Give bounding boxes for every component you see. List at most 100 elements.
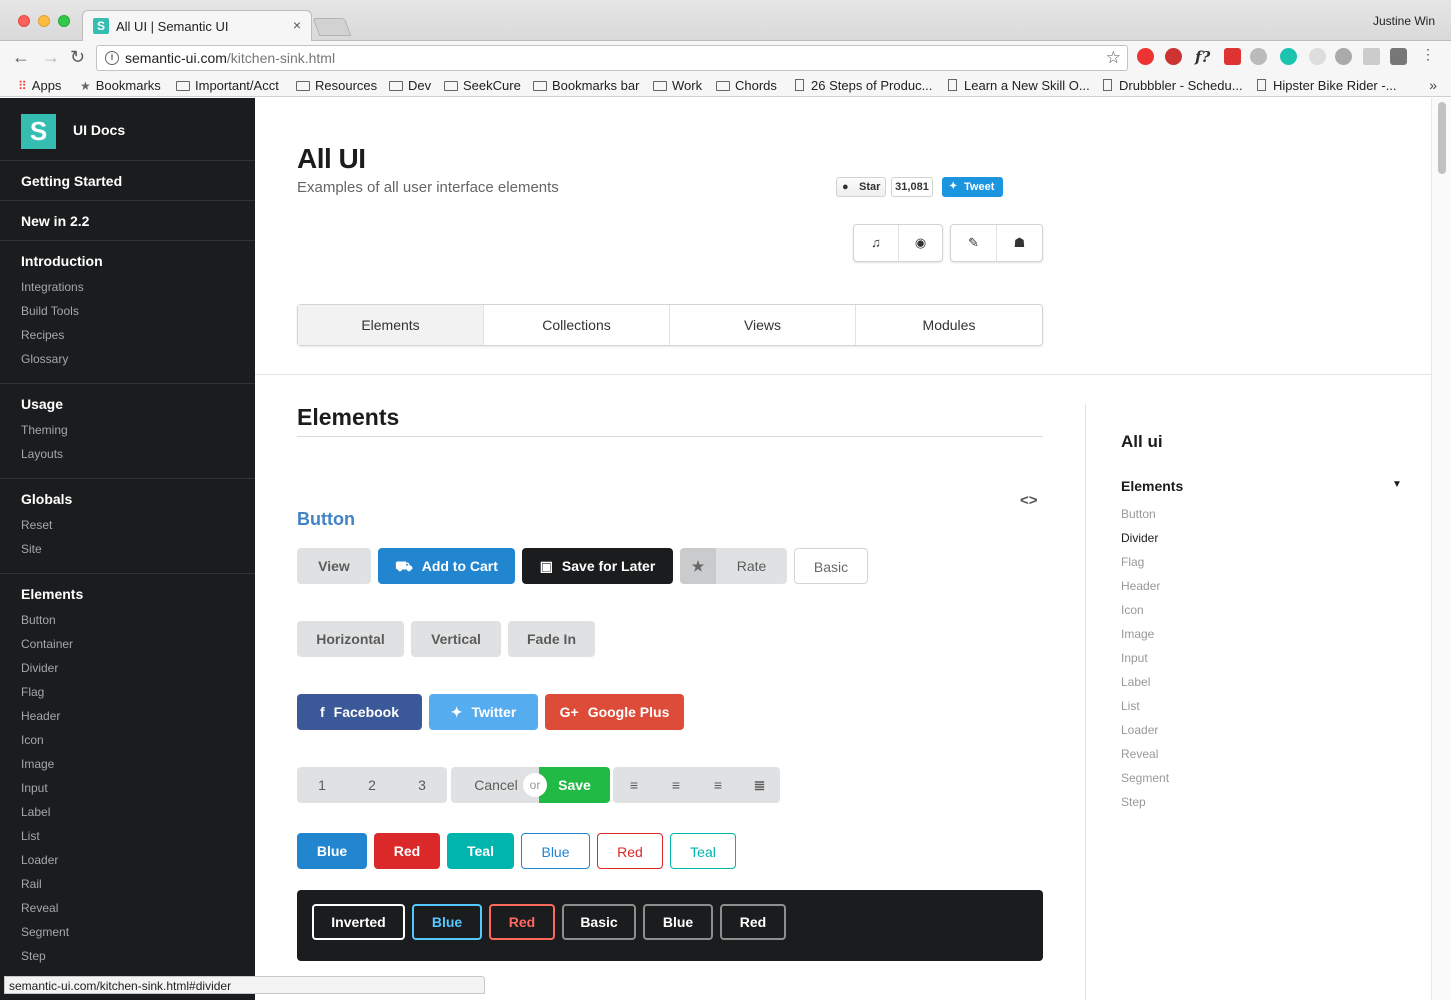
whatfont-icon[interactable]: f? <box>1195 48 1212 66</box>
profile-name[interactable]: Justine Win <box>1373 14 1435 28</box>
inverted-red-button[interactable]: Red <box>489 904 555 940</box>
new-tab-button[interactable] <box>312 18 352 36</box>
basic-blue-button[interactable]: Blue <box>521 833 590 869</box>
number-button-3[interactable]: 3 <box>397 767 447 803</box>
extension-grid-icon[interactable] <box>1363 48 1380 65</box>
address-bar[interactable]: i semantic-ui.com/kitchen-sink.html ☆ <box>96 45 1128 71</box>
bookmark-bookmarks[interactable]: ★ Bookmarks <box>80 78 161 93</box>
number-button-2[interactable]: 2 <box>347 767 397 803</box>
bookmark-page[interactable]: Drubbbler - Schedu... <box>1103 78 1243 93</box>
inverted-basic-red-button[interactable]: Red <box>720 904 786 940</box>
rail-item-header[interactable]: Header <box>1121 579 1160 593</box>
bookmark-apps[interactable]: ⠿ Apps <box>18 78 61 93</box>
sidebar-item-step[interactable]: Step <box>21 949 46 963</box>
inverted-basic-button[interactable]: Basic <box>562 904 636 940</box>
inbox-icon[interactable] <box>1390 48 1407 65</box>
caret-down-icon[interactable]: ▼ <box>1392 479 1402 490</box>
inverted-basic-blue-button[interactable]: Blue <box>643 904 713 940</box>
bookmark-folder[interactable]: Chords <box>716 78 777 93</box>
sidebar-item-build-tools[interactable]: Build Tools <box>21 304 79 318</box>
sidebar-heading-usage[interactable]: Usage <box>21 396 63 412</box>
teal-button[interactable]: Teal <box>447 833 514 869</box>
globe-icon[interactable]: ◉ <box>899 225 942 261</box>
minimize-window-button[interactable] <box>38 15 50 27</box>
bookmark-folder[interactable]: SeekCure <box>444 78 521 93</box>
save-for-later-button[interactable]: ▣ Save for Later <box>522 548 673 584</box>
rail-item-list[interactable]: List <box>1121 699 1140 713</box>
sidebar-item-label[interactable]: Label <box>21 805 50 819</box>
skype-icon[interactable] <box>1335 48 1352 65</box>
sidebar-heading-introduction[interactable]: Introduction <box>21 253 103 269</box>
sidebar-item-reset[interactable]: Reset <box>21 518 52 532</box>
rail-item-segment[interactable]: Segment <box>1121 771 1169 785</box>
rail-item-divider[interactable]: Divider <box>1121 531 1158 545</box>
button-section-title[interactable]: Button <box>297 509 355 530</box>
vertical-animated-button[interactable]: Vertical <box>411 621 501 657</box>
extension-m-icon[interactable] <box>1280 48 1297 65</box>
scrollbar-thumb[interactable] <box>1438 102 1446 174</box>
more-bookmarks-icon[interactable]: » <box>1429 77 1437 93</box>
basic-button[interactable]: Basic <box>794 548 868 584</box>
sidebar-item-container[interactable]: Container <box>21 637 73 651</box>
number-button-1[interactable]: 1 <box>297 767 347 803</box>
sidebar-item-new[interactable]: New in 2.2 <box>21 213 89 229</box>
tab-elements[interactable]: Elements <box>298 305 484 345</box>
rail-item-loader[interactable]: Loader <box>1121 723 1158 737</box>
sidebar-item-flag[interactable]: Flag <box>21 685 44 699</box>
sidebar-item-recipes[interactable]: Recipes <box>21 328 64 342</box>
sidebar-item-theming[interactable]: Theming <box>21 423 68 437</box>
bookmark-folder[interactable]: Dev <box>389 78 431 93</box>
close-window-button[interactable] <box>18 15 30 27</box>
bookmark-folder[interactable]: Work <box>653 78 702 93</box>
sidebar-item-layouts[interactable]: Layouts <box>21 447 63 461</box>
inverted-button[interactable]: Inverted <box>312 904 405 940</box>
tab-close-icon[interactable]: × <box>293 17 301 33</box>
bookmark-folder[interactable]: Resources <box>296 78 377 93</box>
github-icon[interactable]: ☗ <box>997 225 1042 261</box>
sidebar-item-glossary[interactable]: Glossary <box>21 352 68 366</box>
sidebar-item-segment[interactable]: Segment <box>21 925 69 939</box>
sidebar-item-list[interactable]: List <box>21 829 40 843</box>
sidebar-item-integrations[interactable]: Integrations <box>21 280 84 294</box>
sidebar-item-icon[interactable]: Icon <box>21 733 44 747</box>
fade-in-button[interactable]: Fade In <box>508 621 595 657</box>
sidebar-item-image[interactable]: Image <box>21 757 54 771</box>
align-right-icon[interactable]: ≡ <box>697 767 739 803</box>
facebook-button[interactable]: f Facebook <box>297 694 422 730</box>
sidebar-item-loader[interactable]: Loader <box>21 853 58 867</box>
extension-feather-icon[interactable] <box>1309 48 1326 65</box>
sidebar-item-getting-started[interactable]: Getting Started <box>21 173 122 189</box>
bookmark-page[interactable]: Learn a New Skill O... <box>948 78 1090 93</box>
info-icon[interactable]: i <box>105 51 119 65</box>
inverted-blue-button[interactable]: Blue <box>412 904 482 940</box>
sidebar-item-site[interactable]: Site <box>21 542 42 556</box>
bookmark-page[interactable]: Hipster Bike Rider -... <box>1257 78 1397 93</box>
google-plus-button[interactable]: G+ Google Plus <box>545 694 684 730</box>
align-center-icon[interactable]: ≡ <box>655 767 697 803</box>
music-icon[interactable]: ♫ <box>854 225 899 261</box>
bookmark-folder[interactable]: Important/Acct <box>176 78 279 93</box>
bookmark-page[interactable]: 26 Steps of Produc... <box>795 78 932 93</box>
zoom-window-button[interactable] <box>58 15 70 27</box>
horizontal-animated-button[interactable]: Horizontal <box>297 621 404 657</box>
red-button[interactable]: Red <box>374 833 440 869</box>
github-star-count[interactable]: 31,081 <box>891 177 933 197</box>
rail-item-button[interactable]: Button <box>1121 507 1156 521</box>
rail-item-label[interactable]: Label <box>1121 675 1150 689</box>
tab-modules[interactable]: Modules <box>856 305 1042 345</box>
rail-item-input[interactable]: Input <box>1121 651 1148 665</box>
add-to-cart-button[interactable]: ⛟ Add to Cart <box>378 548 515 584</box>
menu-dots-icon[interactable]: ⋮ <box>1421 46 1435 63</box>
rate-labeled-button[interactable]: ★ Rate <box>680 548 787 584</box>
basic-red-button[interactable]: Red <box>597 833 663 869</box>
sidebar-item-divider[interactable]: Divider <box>21 661 58 675</box>
browser-tab-active[interactable]: S All UI | Semantic UI × <box>82 10 312 42</box>
github-star-button[interactable]: ● Star <box>836 177 886 197</box>
rail-item-icon[interactable]: Icon <box>1121 603 1144 617</box>
rail-item-image[interactable]: Image <box>1121 627 1154 641</box>
rail-item-step[interactable]: Step <box>1121 795 1146 809</box>
save-button[interactable]: Save <box>539 767 610 803</box>
sidebar-heading-globals[interactable]: Globals <box>21 491 72 507</box>
forward-icon[interactable]: → <box>42 47 60 67</box>
rail-heading-elements[interactable]: Elements <box>1121 478 1183 494</box>
